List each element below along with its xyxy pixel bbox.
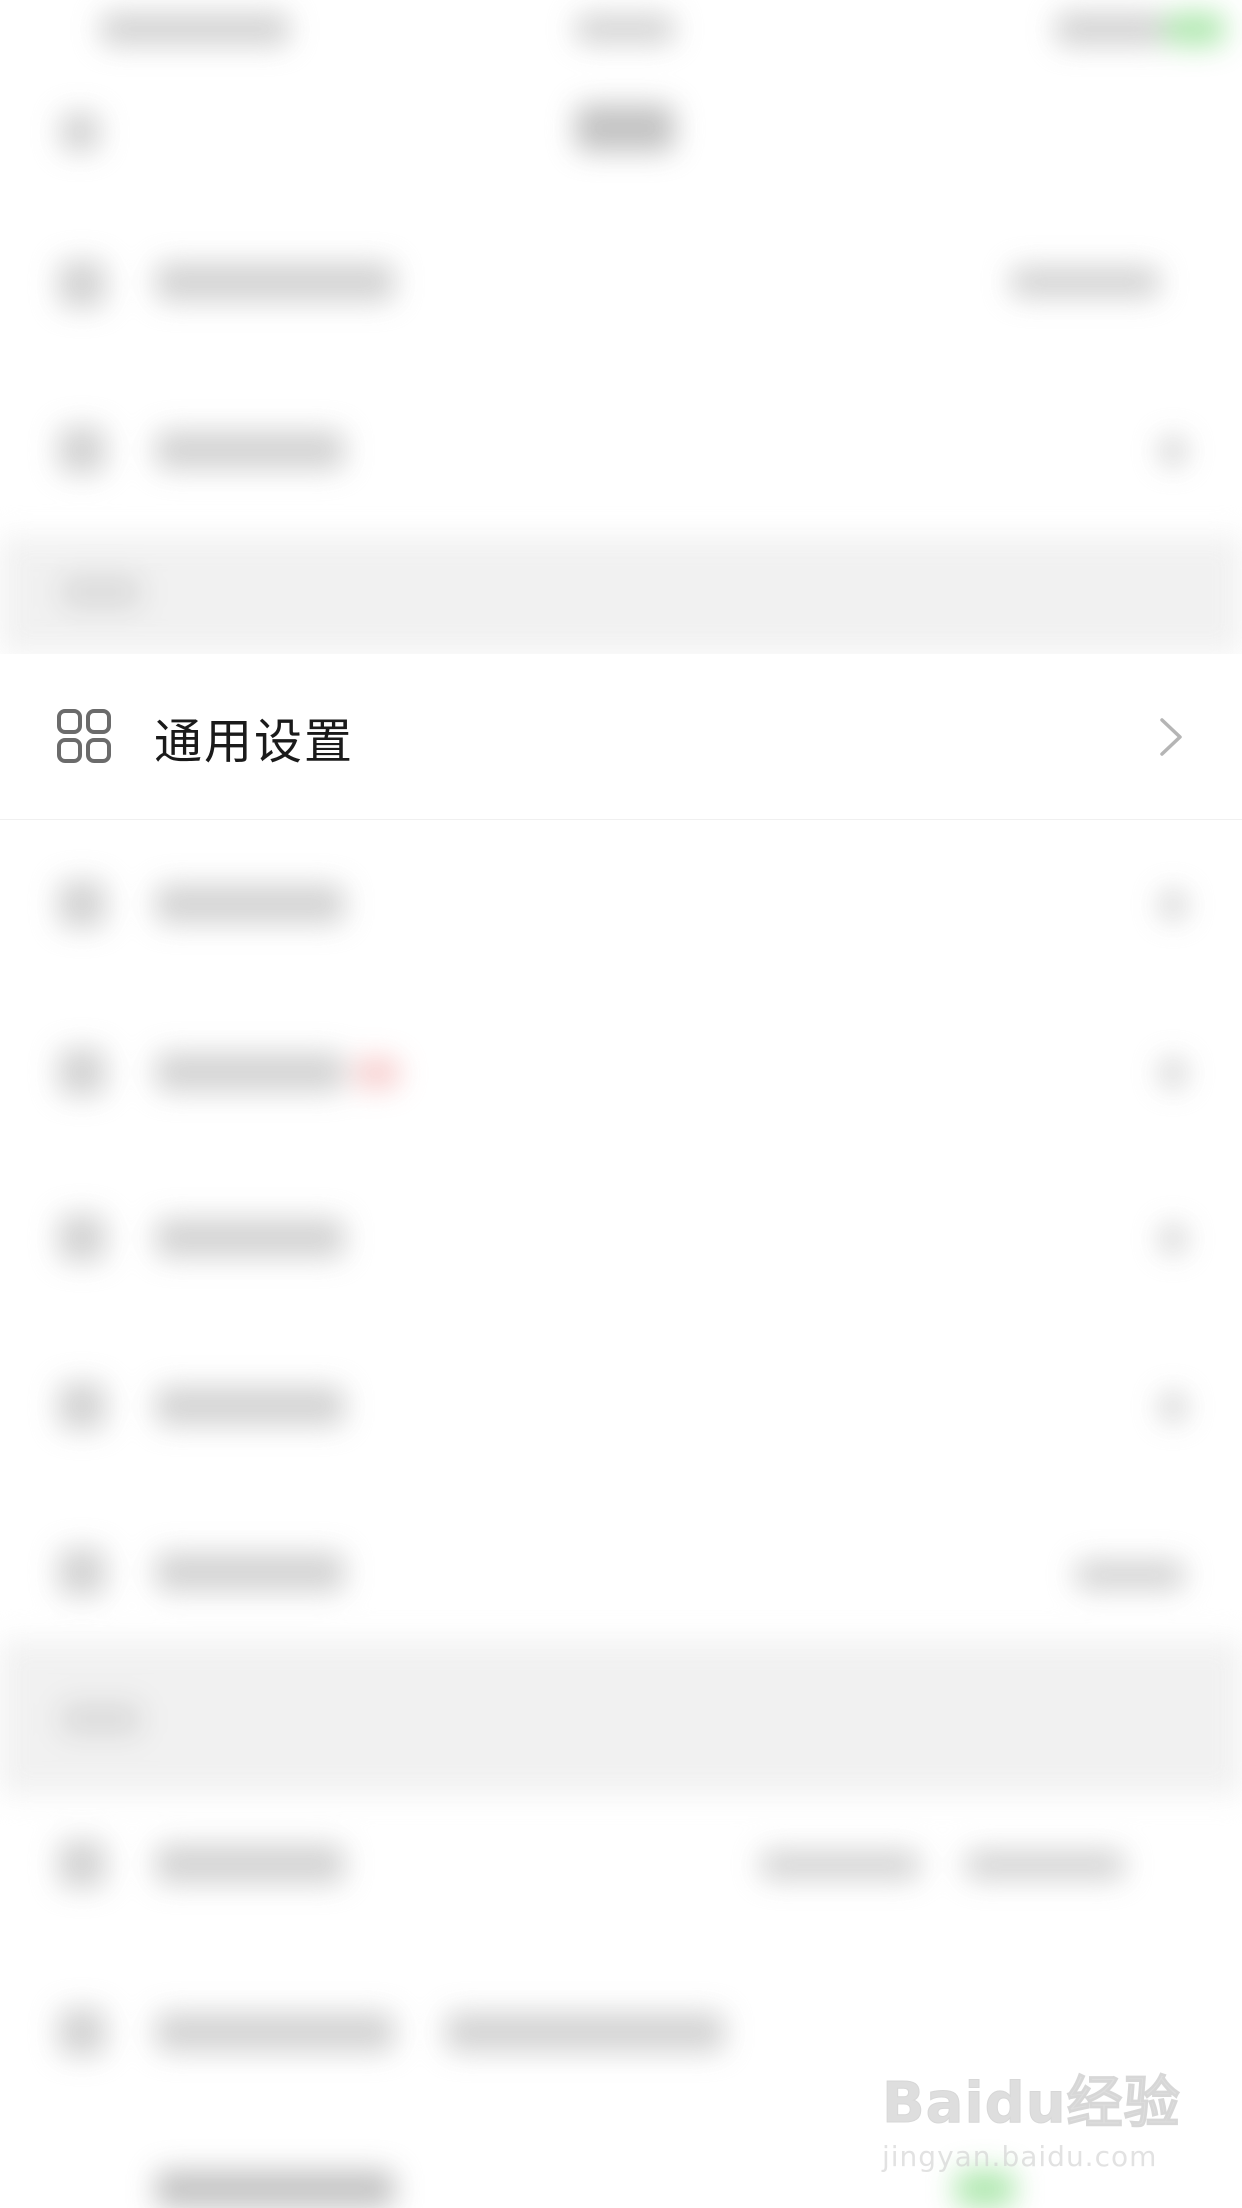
grid-icon bbox=[57, 709, 111, 763]
settings-screen: 通用设置 Baidu经验 jingyan.baidu.com bbox=[0, 0, 1242, 2208]
settings-row-label: 通用设置 bbox=[154, 713, 355, 770]
blurred-background bbox=[0, 0, 1242, 2208]
watermark-url: jingyan.baidu.com bbox=[882, 2140, 1158, 2173]
settings-row-general[interactable]: 通用设置 bbox=[0, 654, 1242, 820]
chevron-right-icon bbox=[1160, 718, 1182, 756]
watermark: Baidu经验 jingyan.baidu.com bbox=[882, 2058, 1182, 2178]
watermark-logo: Baidu经验 bbox=[882, 2071, 1181, 2137]
